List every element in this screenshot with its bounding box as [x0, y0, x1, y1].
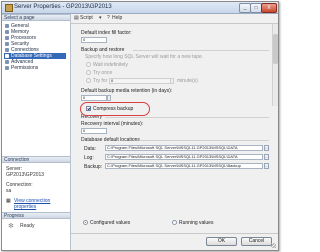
- divider: [133, 50, 269, 51]
- page-icon: [5, 42, 9, 46]
- retention-spinner[interactable]: [107, 95, 111, 101]
- try-for-field[interactable]: 0: [109, 78, 171, 84]
- view-connection-properties-link[interactable]: View connection properties: [14, 198, 70, 210]
- progress-status: Ready: [20, 223, 35, 229]
- cancel-button[interactable]: Cancel: [241, 237, 272, 246]
- progress-spinner-icon: ✻: [8, 223, 14, 230]
- page-icon: [5, 30, 9, 34]
- server-properties-dialog: Server Properties - GP2013\GP2013 _ □ X …: [1, 1, 279, 251]
- retention-label: Default backup media retention (in days)…: [81, 88, 173, 94]
- resize-grip[interactable]: [271, 243, 276, 248]
- settings-scrollbar[interactable]: [272, 24, 278, 106]
- compress-backup-highlight: [80, 102, 150, 116]
- data-location-field[interactable]: C:\Program Files\Microsoft SQL Server\MS…: [105, 145, 263, 151]
- page-icon: [5, 66, 9, 70]
- configured-values-label: Configured values: [90, 220, 131, 226]
- recovery-interval-field[interactable]: 0: [81, 128, 107, 134]
- window-title: Server Properties - GP2013\GP2013: [14, 4, 112, 10]
- log-browse-button[interactable]: …: [264, 154, 269, 160]
- close-button[interactable]: X: [261, 3, 277, 13]
- wait-indefinitely-label: Wait indefinitely: [93, 62, 128, 68]
- running-values-radio[interactable]: [172, 220, 177, 225]
- progress-header: Progress: [2, 212, 70, 219]
- backup-restore-label: Backup and restore: [81, 47, 125, 53]
- try-for-spinner[interactable]: [170, 78, 174, 84]
- configured-values-radio[interactable]: [83, 220, 88, 225]
- fill-factor-field[interactable]: 0: [81, 37, 107, 43]
- divider: [139, 140, 269, 141]
- title-bar: Server Properties - GP2013\GP2013 _ □ X: [2, 2, 278, 14]
- try-for-radio[interactable]: [86, 78, 91, 83]
- page-icon: [5, 24, 9, 28]
- help-button[interactable]: Help: [112, 15, 122, 22]
- connection-value: sa: [6, 188, 12, 194]
- fill-factor-label: Default index fill factor:: [81, 30, 132, 36]
- try-once-label: Try once: [93, 70, 113, 76]
- toolbar: ▤ Script ▾ ? Help: [71, 14, 278, 24]
- recovery-interval-label: Recovery interval (minutes):: [81, 121, 144, 127]
- server-value: GP2013\GP2013: [6, 172, 45, 178]
- log-location-label: Log:: [84, 155, 94, 161]
- page-icon: [5, 54, 9, 58]
- retention-field[interactable]: 0: [81, 95, 107, 101]
- try-once-radio[interactable]: [86, 70, 91, 75]
- script-icon: ▤: [74, 15, 79, 21]
- page-icon: [5, 60, 9, 64]
- page-icon: [5, 48, 9, 52]
- wait-indefinitely-radio[interactable]: [86, 62, 91, 67]
- scrollbar-thumb[interactable]: [273, 34, 278, 64]
- specify-wait-label: Specify how long SQL Server will wait fo…: [85, 54, 204, 60]
- backup-location-field[interactable]: C:\Program Files\Microsoft SQL Server\MS…: [105, 163, 263, 169]
- running-values-label: Running values: [179, 220, 214, 226]
- backup-browse-button[interactable]: …: [264, 163, 269, 169]
- page-permissions[interactable]: Permissions: [4, 65, 66, 71]
- data-browse-button[interactable]: …: [264, 145, 269, 151]
- minutes-label: minute(s): [177, 78, 198, 84]
- ok-button[interactable]: OK: [206, 237, 237, 246]
- settings-panel: ▤ Script ▾ ? Help Default index fill fac…: [71, 14, 278, 232]
- left-panel: Select a page General Memory Processors …: [2, 14, 71, 250]
- connection-header: Connection: [2, 156, 70, 163]
- select-page-header: Select a page: [2, 14, 70, 21]
- connection-properties-icon: ▦: [6, 198, 11, 204]
- backup-location-label: Backup:: [84, 164, 103, 170]
- server-icon: [5, 4, 13, 12]
- db-locations-label: Database default locations: [81, 137, 140, 143]
- data-location-label: Data:: [84, 146, 96, 152]
- try-for-label: Try for: [93, 78, 108, 84]
- script-button[interactable]: Script: [80, 15, 93, 22]
- page-icon: [5, 36, 9, 40]
- footer-divider: [71, 233, 278, 234]
- log-location-field[interactable]: C:\Program Files\Microsoft SQL Server\MS…: [105, 154, 263, 160]
- help-icon: ?: [107, 15, 110, 21]
- divider: [105, 117, 269, 118]
- script-dropdown-icon[interactable]: ▾: [99, 15, 102, 22]
